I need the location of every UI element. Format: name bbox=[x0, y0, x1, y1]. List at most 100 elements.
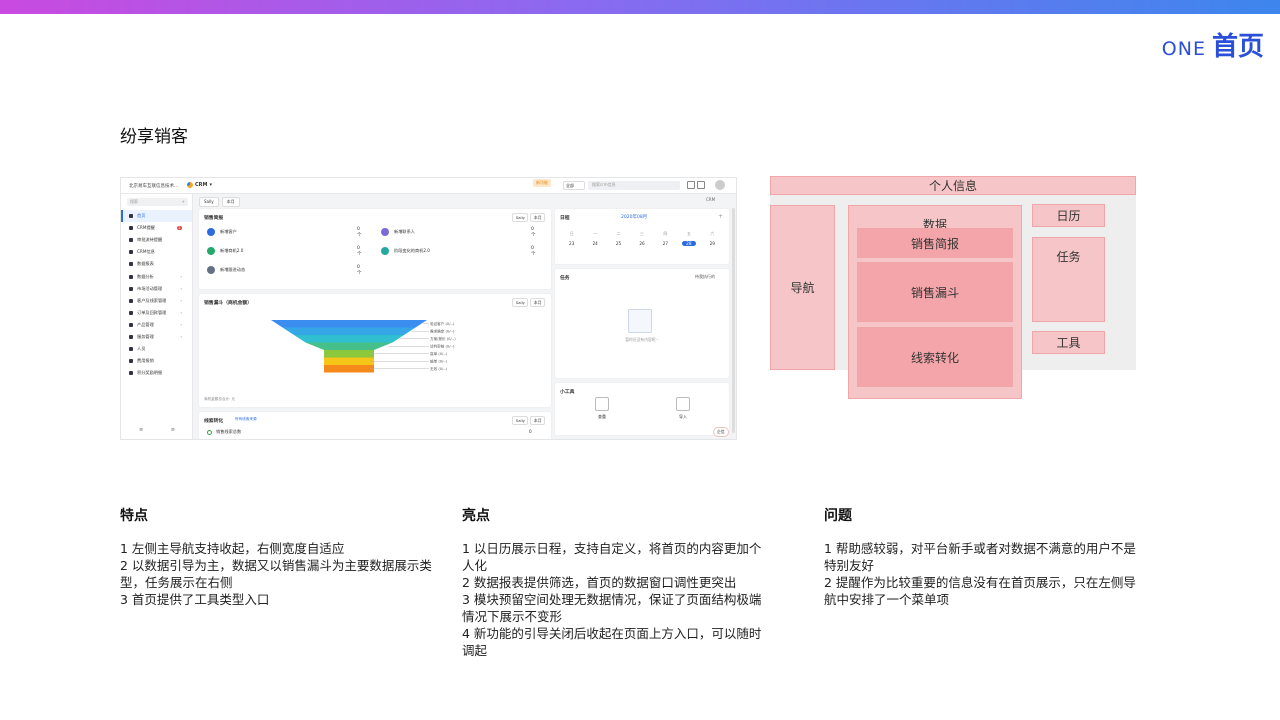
card-title: 线索转化 bbox=[204, 419, 224, 424]
filter-right[interactable]: CRM bbox=[706, 197, 715, 202]
tool-label: 导入 bbox=[679, 414, 687, 419]
calendar-day[interactable]: 26 bbox=[630, 241, 653, 246]
sidebar-item[interactable]: 服务管理 › bbox=[121, 331, 192, 343]
funnel-stage-label: 谈判审核 (0/--) bbox=[430, 344, 455, 349]
column-line: 1 以日历展示日程，支持自定义，将首页的内容更加个人化 bbox=[462, 541, 762, 573]
pill-user[interactable]: Sally bbox=[512, 416, 529, 425]
tool-import[interactable]: 导入 bbox=[663, 397, 703, 420]
clue-row-label: 销售线索总数 bbox=[216, 429, 242, 434]
sidebar-item[interactable]: 数据分析 › bbox=[121, 270, 192, 282]
sidebar-item[interactable]: CRM提醒 2 bbox=[121, 222, 192, 234]
brief-item-label: 阶段变化的商机2.0 bbox=[394, 248, 430, 253]
chevron-right-icon: › bbox=[180, 286, 182, 292]
brief-item[interactable]: 新增客户 0 个 bbox=[207, 227, 362, 238]
column-title: 问题 bbox=[824, 508, 852, 524]
calendar-day[interactable]: 27 bbox=[654, 241, 677, 246]
calendar-day[interactable]: 25 bbox=[607, 241, 630, 246]
funnel-stage[interactable] bbox=[305, 342, 393, 351]
add-icon[interactable]: + bbox=[718, 213, 723, 220]
sidebar-item-icon bbox=[129, 334, 133, 339]
add-icon[interactable]: + bbox=[182, 199, 185, 205]
mail-icon[interactable] bbox=[697, 181, 705, 189]
sidebar-item[interactable]: 订单及回款管理 › bbox=[121, 307, 192, 319]
clue-source-filter[interactable]: 所有线索来源 bbox=[235, 417, 257, 422]
sidebar-item[interactable]: 客户及线索管理 › bbox=[121, 295, 192, 307]
wf-nav: 导航 bbox=[770, 205, 835, 370]
sales-funnel-card: 销售漏斗（商机金额） Sally 本月 验证客户 (0/--) 需求确定 (0/-… bbox=[199, 294, 551, 407]
brief-item-label: 新增商机2.0 bbox=[220, 248, 244, 253]
sidebar-item[interactable]: 市场活动管理 › bbox=[121, 283, 192, 295]
calendar-days: 23 24 25 26 27 28 29 bbox=[560, 241, 724, 246]
avatar[interactable] bbox=[715, 180, 725, 190]
brief-item-label: 新增联系人 bbox=[394, 229, 415, 234]
tool-dedupe[interactable]: 查重 bbox=[582, 397, 622, 420]
funnel-stage[interactable] bbox=[294, 335, 404, 343]
calendar-day[interactable]: 28 bbox=[682, 241, 696, 246]
refresh-icon bbox=[207, 429, 212, 435]
menu-icon[interactable]: ≡ bbox=[171, 427, 175, 433]
sidebar-item[interactable]: CRM信息 bbox=[121, 246, 192, 258]
features-column: 特点 1 左侧主导航支持收起，右侧宽度自适应 2 以数据引导为主，数据又以销售漏斗… bbox=[120, 505, 440, 608]
crm-sidebar: 搜索 + 首页 CRM提醒 2 审批流待提醒 CRM信息 数据报表 数据分析 › 市场活动管理 › 客… bbox=[121, 194, 193, 439]
notification-icon[interactable] bbox=[687, 181, 695, 189]
weekday-label: 三 bbox=[639, 231, 644, 236]
funnel-stage[interactable] bbox=[271, 320, 427, 328]
funnel-stage-label: 无效 (0/--) bbox=[430, 366, 448, 371]
sidebar-item-label: 客户及线索管理 bbox=[137, 297, 167, 303]
im-float-button[interactable]: 企信 bbox=[713, 427, 729, 437]
scope-select[interactable]: 全部 bbox=[563, 181, 585, 190]
funnel-stage-label: 需求确定 (0/--) bbox=[430, 329, 455, 334]
pill-period[interactable]: 本月 bbox=[530, 416, 545, 425]
search-input[interactable]: 搜索crm信息 bbox=[588, 181, 680, 190]
chevron-right-icon: › bbox=[180, 334, 182, 340]
dedupe-icon bbox=[595, 397, 609, 411]
sidebar-item-label: CRM提醒 bbox=[137, 225, 155, 231]
funnel-stage[interactable] bbox=[324, 365, 374, 373]
collapse-icon[interactable]: ≡ bbox=[139, 427, 143, 433]
sidebar-item[interactable]: 数据报表 bbox=[121, 258, 192, 270]
app-switcher[interactable]: CRM ▾ bbox=[187, 182, 212, 188]
funnel-note: 商机金额总合计: 元 bbox=[204, 397, 236, 401]
card-title: 任务 bbox=[560, 276, 570, 281]
sidebar-item-label: 人员 bbox=[137, 346, 146, 352]
sidebar-item[interactable]: 审批流待提醒 bbox=[121, 234, 192, 246]
funnel-stage[interactable] bbox=[282, 327, 416, 336]
card-title: 小工具 bbox=[560, 390, 575, 395]
card-pills: Sally 本月 bbox=[512, 416, 545, 425]
task-filter[interactable]: 待我执行的 bbox=[695, 274, 715, 280]
empty-state-icon bbox=[628, 309, 652, 333]
sidebar-item[interactable]: 费用报销 bbox=[121, 355, 192, 367]
brief-item-icon bbox=[207, 247, 215, 255]
brief-item[interactable]: 阶段变化的商机2.0 0 个 bbox=[381, 246, 536, 257]
sidebar-item-icon bbox=[129, 371, 133, 376]
sidebar-search[interactable]: 搜索 + bbox=[127, 198, 188, 206]
period-filter[interactable]: 本月 bbox=[221, 197, 240, 207]
calendar-day[interactable]: 24 bbox=[583, 241, 606, 246]
crm-screenshot: 北京易车互联信息技术... CRM ▾ 新功能 全部 搜索crm信息 搜索 + 首… bbox=[120, 177, 737, 440]
brand-en: ONE bbox=[1161, 38, 1206, 60]
chevron-right-icon: › bbox=[180, 310, 182, 316]
pill-user[interactable]: Sally bbox=[512, 213, 529, 222]
weekday-label: 四 bbox=[663, 231, 668, 236]
sidebar-item[interactable]: 首页 bbox=[121, 210, 192, 223]
brief-item[interactable]: 新增商机2.0 0 个 bbox=[207, 246, 362, 257]
weekday-label: 五 bbox=[686, 231, 691, 236]
brief-item[interactable]: 新增联系人 0 个 bbox=[381, 227, 536, 238]
funnel-stage[interactable] bbox=[324, 350, 374, 358]
pill-period[interactable]: 本月 bbox=[530, 213, 545, 222]
brief-item[interactable]: 新增跟进动态 0 个 bbox=[207, 265, 362, 276]
filter-bar: Sally 本月 bbox=[199, 197, 240, 207]
calendar-month[interactable]: 2020年08月 bbox=[621, 214, 647, 220]
sidebar-item[interactable]: 产品管理 › bbox=[121, 319, 192, 331]
funnel-stage[interactable] bbox=[324, 357, 374, 366]
scrollbar[interactable] bbox=[732, 208, 735, 433]
calendar-day[interactable]: 29 bbox=[701, 241, 724, 246]
clue-conversion-card: 线索转化 所有线索来源 Sally 本月 销售线索总数 0 bbox=[199, 412, 551, 439]
new-feature-badge[interactable]: 新功能 bbox=[533, 179, 551, 187]
sidebar-item-icon bbox=[129, 250, 133, 255]
calendar-day[interactable]: 23 bbox=[560, 241, 583, 246]
sidebar-item[interactable]: 人员 bbox=[121, 343, 192, 355]
brief-item-value: 0 个 bbox=[357, 245, 362, 257]
sidebar-item[interactable]: 积分奖励明细 bbox=[121, 367, 192, 379]
user-filter[interactable]: Sally bbox=[199, 197, 219, 207]
